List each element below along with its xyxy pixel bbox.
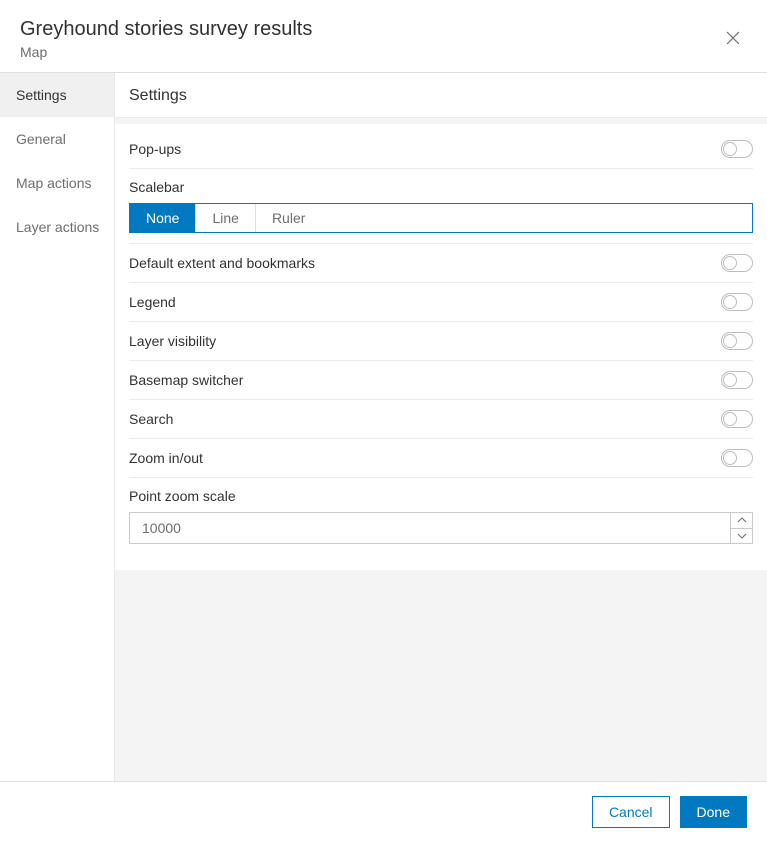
sidebar-item-label: Map actions bbox=[16, 175, 91, 191]
point-zoom-input[interactable] bbox=[130, 513, 730, 543]
layer-visibility-label: Layer visibility bbox=[129, 333, 216, 349]
dialog-footer: Cancel Done bbox=[0, 781, 767, 842]
row-basemap-switcher: Basemap switcher bbox=[129, 361, 753, 400]
sidebar-item-general[interactable]: General bbox=[0, 117, 114, 161]
legend-toggle[interactable] bbox=[721, 293, 753, 311]
dialog-header: Greyhound stories survey results Map bbox=[0, 0, 767, 73]
row-point-zoom: Point zoom scale bbox=[129, 478, 753, 554]
scalebar-label: Scalebar bbox=[129, 179, 753, 195]
row-legend: Legend bbox=[129, 283, 753, 322]
row-scalebar: Scalebar None Line Ruler bbox=[129, 169, 753, 244]
panel-title: Settings bbox=[115, 73, 767, 118]
popups-label: Pop-ups bbox=[129, 141, 181, 157]
point-zoom-step-down[interactable] bbox=[731, 529, 752, 544]
default-extent-label: Default extent and bookmarks bbox=[129, 255, 315, 271]
point-zoom-steppers bbox=[730, 513, 752, 543]
cancel-button[interactable]: Cancel bbox=[592, 796, 670, 828]
default-extent-toggle[interactable] bbox=[721, 254, 753, 272]
search-label: Search bbox=[129, 411, 173, 427]
sidebar-item-layer-actions[interactable]: Layer actions bbox=[0, 205, 114, 249]
point-zoom-input-wrap bbox=[129, 512, 753, 544]
scalebar-option-none[interactable]: None bbox=[130, 204, 196, 232]
sidebar: Settings General Map actions Layer actio… bbox=[0, 73, 115, 781]
search-toggle[interactable] bbox=[721, 410, 753, 428]
popups-toggle[interactable] bbox=[721, 140, 753, 158]
dialog-subtitle: Map bbox=[20, 44, 312, 60]
panel-spacer bbox=[115, 570, 767, 781]
zoom-label: Zoom in/out bbox=[129, 450, 203, 466]
sidebar-item-settings[interactable]: Settings bbox=[0, 73, 114, 117]
close-button[interactable] bbox=[719, 24, 747, 52]
row-layer-visibility: Layer visibility bbox=[129, 322, 753, 361]
row-default-extent: Default extent and bookmarks bbox=[129, 244, 753, 283]
sidebar-item-label: General bbox=[16, 131, 66, 147]
dialog-body: Settings General Map actions Layer actio… bbox=[0, 73, 767, 781]
point-zoom-label: Point zoom scale bbox=[129, 488, 753, 504]
row-zoom: Zoom in/out bbox=[129, 439, 753, 478]
close-icon bbox=[725, 30, 741, 46]
basemap-switcher-label: Basemap switcher bbox=[129, 372, 243, 388]
chevron-up-icon bbox=[737, 517, 747, 523]
sidebar-item-label: Layer actions bbox=[16, 219, 99, 235]
zoom-toggle[interactable] bbox=[721, 449, 753, 467]
header-titles: Greyhound stories survey results Map bbox=[20, 16, 312, 60]
scalebar-option-line[interactable]: Line bbox=[196, 204, 255, 232]
scalebar-option-ruler[interactable]: Ruler bbox=[256, 204, 321, 232]
sidebar-item-label: Settings bbox=[16, 87, 67, 103]
done-button[interactable]: Done bbox=[680, 796, 747, 828]
main-panel: Settings Pop-ups Scalebar None Line Rule… bbox=[115, 73, 767, 781]
sidebar-item-map-actions[interactable]: Map actions bbox=[0, 161, 114, 205]
legend-label: Legend bbox=[129, 294, 176, 310]
dialog-title: Greyhound stories survey results bbox=[20, 16, 312, 42]
row-search: Search bbox=[129, 400, 753, 439]
chevron-down-icon bbox=[737, 533, 747, 539]
scalebar-segmented: None Line Ruler bbox=[129, 203, 753, 233]
layer-visibility-toggle[interactable] bbox=[721, 332, 753, 350]
basemap-switcher-toggle[interactable] bbox=[721, 371, 753, 389]
point-zoom-step-up[interactable] bbox=[731, 513, 752, 529]
row-popups: Pop-ups bbox=[129, 130, 753, 169]
panel-content: Pop-ups Scalebar None Line Ruler Default… bbox=[115, 124, 767, 570]
